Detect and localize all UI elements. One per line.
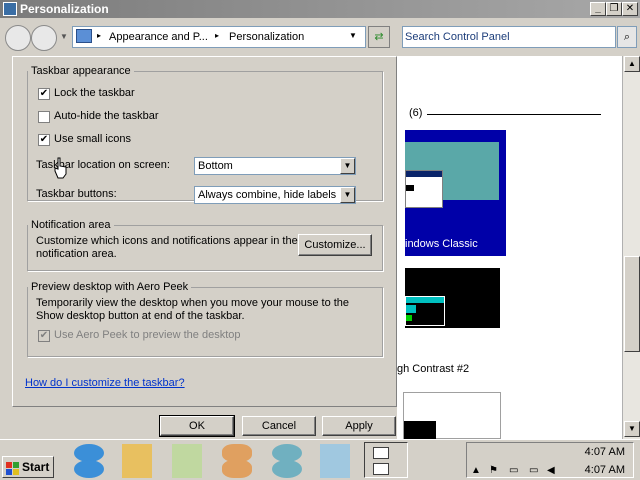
show-hidden-icons-icon[interactable]: ▲ (471, 465, 481, 476)
clock-bottom[interactable]: 4:07 AM (585, 464, 625, 476)
media-icon[interactable] (122, 460, 152, 478)
start-label: Start (22, 460, 50, 474)
autohide-checkbox[interactable] (38, 111, 50, 123)
window-icon (373, 463, 389, 475)
folder-icon[interactable] (172, 460, 202, 478)
taskbar-properties-dialog: Taskbar appearance ✔ Lock the taskbar Au… (0, 56, 397, 439)
window-title: Personalization (20, 2, 109, 16)
maximize-button[interactable]: ❐ (606, 2, 622, 16)
apply-button[interactable]: Apply (322, 416, 396, 436)
personalization-content: (6) indows Classic gh Contrast #2 (397, 56, 622, 439)
section-divider (427, 114, 601, 115)
crumb-appearance[interactable]: Appearance and P... (109, 31, 208, 43)
contrast-preview-titlebar (406, 297, 444, 303)
forward-button[interactable] (31, 25, 57, 51)
personalization-icon (3, 2, 17, 16)
group-title: Taskbar appearance (28, 65, 134, 77)
crumb-separator-icon: ▸ (215, 31, 220, 40)
ok-button[interactable]: OK (159, 415, 235, 437)
address-dropdown-icon[interactable]: ▼ (349, 31, 357, 40)
notification-description: Customize which icons and notifications … (36, 235, 298, 260)
crumb-separator-icon: ▸ (97, 31, 102, 40)
recent-pages-icon[interactable]: ▼ (60, 32, 68, 41)
volume-icon[interactable]: ◀ (547, 465, 555, 476)
high-contrast-theme-label: gh Contrast #2 (397, 363, 470, 375)
small-icons-label: Use small icons (54, 133, 132, 145)
windows-flag-icon (6, 469, 12, 475)
chevron-down-icon[interactable]: ▼ (340, 158, 355, 174)
taskbar-buttons-value: Always combine, hide labels (198, 189, 337, 201)
notification-area-group: Notification area Customize which icons … (27, 219, 383, 271)
close-button[interactable]: ✕ (622, 2, 638, 16)
scroll-thumb[interactable] (624, 256, 640, 352)
windows-flag-icon (6, 462, 12, 468)
taskbar-buttons-select[interactable]: Always combine, hide labels ▼ (194, 186, 356, 204)
clock-top[interactable]: 4:07 AM (585, 446, 625, 458)
theme-preview-block (406, 185, 414, 191)
classic-theme-label: indows Classic (405, 238, 478, 250)
back-button[interactable] (5, 25, 31, 51)
next-theme-block (404, 421, 436, 439)
contrast-preview-accent (406, 315, 412, 321)
internet-explorer-icon[interactable] (74, 460, 104, 478)
chevron-down-icon[interactable]: ▼ (340, 187, 355, 203)
scroll-up-icon[interactable]: ▲ (624, 56, 640, 72)
high-contrast-theme-preview[interactable] (405, 268, 500, 328)
flag-icon[interactable]: ⚑ (489, 465, 498, 476)
next-theme-preview[interactable] (403, 392, 501, 439)
cancel-button[interactable]: Cancel (242, 416, 316, 436)
taskbar-tab-panel: Taskbar appearance ✔ Lock the taskbar Au… (12, 56, 397, 407)
customize-button[interactable]: Customize... (298, 234, 372, 256)
taskbar-location-value: Bottom (198, 160, 233, 172)
network-tray-icon[interactable]: ▭ (509, 465, 518, 476)
globe-icon[interactable] (272, 460, 302, 478)
refresh-icon[interactable]: ⇄ (368, 26, 390, 48)
group-title: Preview desktop with Aero Peek (28, 281, 192, 293)
title-bar[interactable]: Personalization _ ❐ ✕ (0, 0, 640, 18)
taskbar: Start 4:07 AM 4:07 AM ▲ ⚑ ▭ ▭ ◀ (0, 439, 640, 480)
network-icon[interactable] (320, 460, 350, 478)
vertical-scrollbar[interactable]: ▲ ▼ (622, 56, 640, 439)
lock-taskbar-checkbox[interactable]: ✔ (38, 88, 50, 100)
taskbar-buttons-label: Taskbar buttons: (36, 188, 117, 200)
group-title: Notification area (28, 219, 114, 231)
taskbar-appearance-group: Taskbar appearance ✔ Lock the taskbar Au… (27, 65, 383, 204)
theme-preview-window (405, 170, 443, 208)
small-icons-checkbox[interactable]: ✔ (38, 134, 50, 146)
customize-help-link[interactable]: How do I customize the taskbar? (25, 377, 185, 389)
start-button[interactable]: Start (2, 456, 54, 478)
windows-classic-theme[interactable]: indows Classic (405, 130, 506, 256)
theme-count: (6) (409, 107, 423, 119)
minimize-button[interactable]: _ (590, 2, 606, 16)
scroll-down-icon[interactable]: ▼ (624, 421, 640, 437)
address-toolbar: ▼ ▸ Appearance and P... ▸ Personalizatio… (0, 18, 640, 56)
notification-tray: 4:07 AM 4:07 AM ▲ ⚑ ▭ ▭ ◀ (466, 442, 634, 478)
theme-preview-titlebar (406, 171, 442, 177)
contrast-preview-block (406, 305, 416, 313)
control-panel-icon (76, 29, 92, 43)
display-tray-icon[interactable]: ▭ (529, 465, 538, 476)
search-input[interactable]: Search Control Panel (402, 26, 616, 48)
control-panel-taskbar-button[interactable] (364, 442, 408, 478)
hand-cursor-icon (54, 157, 67, 179)
windows-flag-icon (13, 469, 19, 475)
taskbar-location-select[interactable]: Bottom ▼ (194, 157, 356, 175)
aero-peek-checkbox: ✔ (38, 330, 50, 342)
aero-peek-description: Temporarily view the desktop when you mo… (36, 297, 350, 322)
window-icon (373, 447, 389, 459)
lock-taskbar-label: Lock the taskbar (54, 87, 135, 99)
search-icon[interactable]: ⌕ (617, 26, 637, 48)
windows-flag-icon (13, 462, 19, 468)
aero-peek-label: Use Aero Peek to preview the desktop (54, 329, 241, 341)
contrast-preview-window (405, 296, 445, 326)
autohide-label: Auto-hide the taskbar (54, 110, 159, 122)
crumb-personalization[interactable]: Personalization (229, 31, 304, 43)
address-field[interactable]: ▸ Appearance and P... ▸ Personalization … (72, 26, 366, 48)
photo-icon[interactable] (222, 460, 252, 478)
aero-peek-group: Preview desktop with Aero Peek Temporari… (27, 281, 383, 357)
